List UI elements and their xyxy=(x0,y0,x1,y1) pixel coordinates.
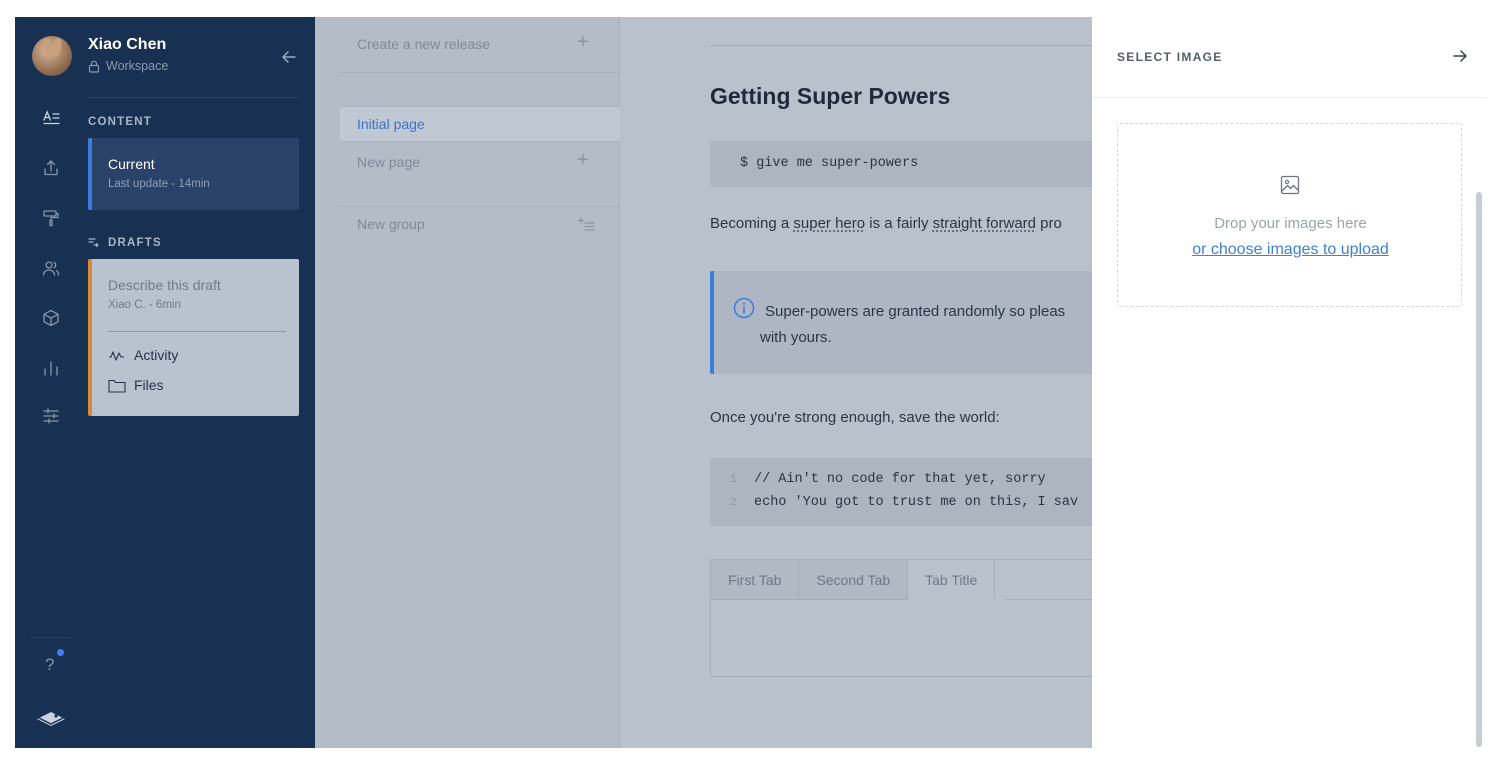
scrollbar[interactable] xyxy=(1476,192,1482,747)
rail-divider xyxy=(31,637,71,638)
settings-sliders-icon[interactable] xyxy=(40,405,62,427)
hint-line: with yours. xyxy=(760,329,832,346)
members-icon[interactable] xyxy=(40,257,62,279)
line-number: 1 xyxy=(730,474,737,486)
code-command: $ give me super-powers xyxy=(740,156,919,171)
upload-icon[interactable] xyxy=(40,157,62,179)
app-window: Xiao Chen Workspace ? CONTENT Current La… xyxy=(15,17,1487,748)
sidebar: Xiao Chen Workspace ? CONTENT Current La… xyxy=(15,17,315,748)
divider xyxy=(1005,599,1092,600)
draft-card[interactable]: Describe this draft Xiao C. - 6min Activ… xyxy=(88,259,299,416)
user-name: Xiao Chen xyxy=(88,36,167,53)
editor-area: Getting Super Powers $ give me super-pow… xyxy=(620,17,1092,748)
code-block[interactable]: $ give me super-powers xyxy=(710,141,1092,187)
paragraph[interactable]: Once you're strong enough, save the worl… xyxy=(710,409,1000,426)
code-line: 2 echo 'You got to trust me on this, I sa… xyxy=(730,495,1078,510)
para-text: is a fairly xyxy=(865,215,933,232)
pages-tree: Create a new release + Initial page New … xyxy=(315,17,620,748)
divider xyxy=(1092,97,1487,98)
paragraph[interactable]: Becoming a super hero is a fairly straig… xyxy=(710,215,1062,232)
workspace-text: Workspace xyxy=(106,59,169,73)
choose-images-link[interactable]: or choose images to upload xyxy=(1118,241,1463,259)
code-text: // Ain't no code for that yet, sorry xyxy=(754,472,1046,487)
tab-second[interactable]: Second Tab xyxy=(799,560,909,600)
draft-title[interactable]: Describe this draft xyxy=(108,277,221,293)
glossary-term[interactable]: straight forward xyxy=(933,215,1036,232)
files-link[interactable]: Files xyxy=(108,377,164,393)
divider xyxy=(88,97,298,98)
collapse-arrow-icon[interactable] xyxy=(279,47,299,67)
analytics-icon[interactable] xyxy=(40,357,62,379)
tabs-block: First Tab Second Tab Tab Title xyxy=(710,559,1092,677)
activity-label: Activity xyxy=(134,347,179,363)
tab-bar: First Tab Second Tab Tab Title xyxy=(711,560,996,600)
notification-dot xyxy=(57,649,64,656)
workspace-label: Workspace xyxy=(88,59,168,73)
content-icon[interactable] xyxy=(40,107,62,129)
new-group-link[interactable]: New group xyxy=(357,216,425,232)
drop-text: Drop your images here xyxy=(1214,215,1367,232)
create-release-plus-icon[interactable]: + xyxy=(577,31,589,54)
integrations-icon[interactable] xyxy=(40,307,62,329)
add-group-icon[interactable] xyxy=(577,217,595,231)
code-text: echo 'You got to trust me on this, I sav xyxy=(754,495,1079,510)
content-section-text: CONTENT xyxy=(88,116,152,128)
tab-title[interactable]: Tab Title xyxy=(908,560,996,600)
line-number: 2 xyxy=(730,497,737,509)
files-label: Files xyxy=(134,377,164,393)
info-icon xyxy=(733,297,755,319)
divider xyxy=(340,72,620,73)
new-page-plus-icon[interactable]: + xyxy=(577,149,589,172)
para-text: pro xyxy=(1036,215,1062,232)
page-title[interactable]: Getting Super Powers xyxy=(710,83,950,110)
tab-first[interactable]: First Tab xyxy=(711,560,800,600)
divider xyxy=(710,45,1092,46)
folder-icon xyxy=(108,379,126,393)
create-release-link[interactable]: Create a new release xyxy=(357,36,490,52)
activity-link[interactable]: Activity xyxy=(108,347,178,363)
drafts-section-label: DRAFTS xyxy=(88,237,162,249)
image-icon xyxy=(1280,175,1300,195)
divider xyxy=(340,206,620,207)
para-text: Becoming a xyxy=(710,215,794,232)
drafts-icon xyxy=(88,238,99,248)
current-card-title: Current xyxy=(108,156,155,172)
hint-text: Super-powers are granted randomly so ple… xyxy=(760,299,1066,351)
avatar[interactable] xyxy=(32,36,72,76)
help-button[interactable]: ? xyxy=(45,655,54,675)
panel-title: SELECT IMAGE xyxy=(1117,50,1223,64)
current-version-card[interactable]: Current Last update - 14min xyxy=(88,138,299,210)
draft-divider xyxy=(108,331,286,332)
draft-subtitle: Xiao C. - 6min xyxy=(108,299,181,311)
hint-line: Super-powers are granted randomly so ple… xyxy=(765,303,1066,320)
select-image-panel: SELECT IMAGE Drop your images here or ch… xyxy=(1092,17,1487,748)
code-block[interactable]: 1 // Ain't no code for that yet, sorry 2 e… xyxy=(710,458,1092,526)
drafts-section-text: DRAFTS xyxy=(108,237,162,249)
activity-icon xyxy=(109,351,124,361)
content-section-label: CONTENT xyxy=(88,116,152,128)
initial-page-label[interactable]: Initial page xyxy=(357,116,425,132)
glossary-term[interactable]: super hero xyxy=(793,215,865,232)
paint-roller-icon[interactable] xyxy=(40,207,62,229)
image-dropzone[interactable]: Drop your images here or choose images t… xyxy=(1117,123,1462,307)
new-page-link[interactable]: New page xyxy=(357,154,420,170)
close-panel-arrow-icon[interactable] xyxy=(1451,47,1469,65)
lock-icon xyxy=(88,60,100,73)
gitbook-logo-icon[interactable] xyxy=(35,707,67,729)
code-line: 1 // Ain't no code for that yet, sorry xyxy=(730,472,1046,487)
info-hint[interactable]: Super-powers are granted randomly so ple… xyxy=(710,271,1092,374)
current-card-subtitle: Last update - 14min xyxy=(108,178,210,190)
